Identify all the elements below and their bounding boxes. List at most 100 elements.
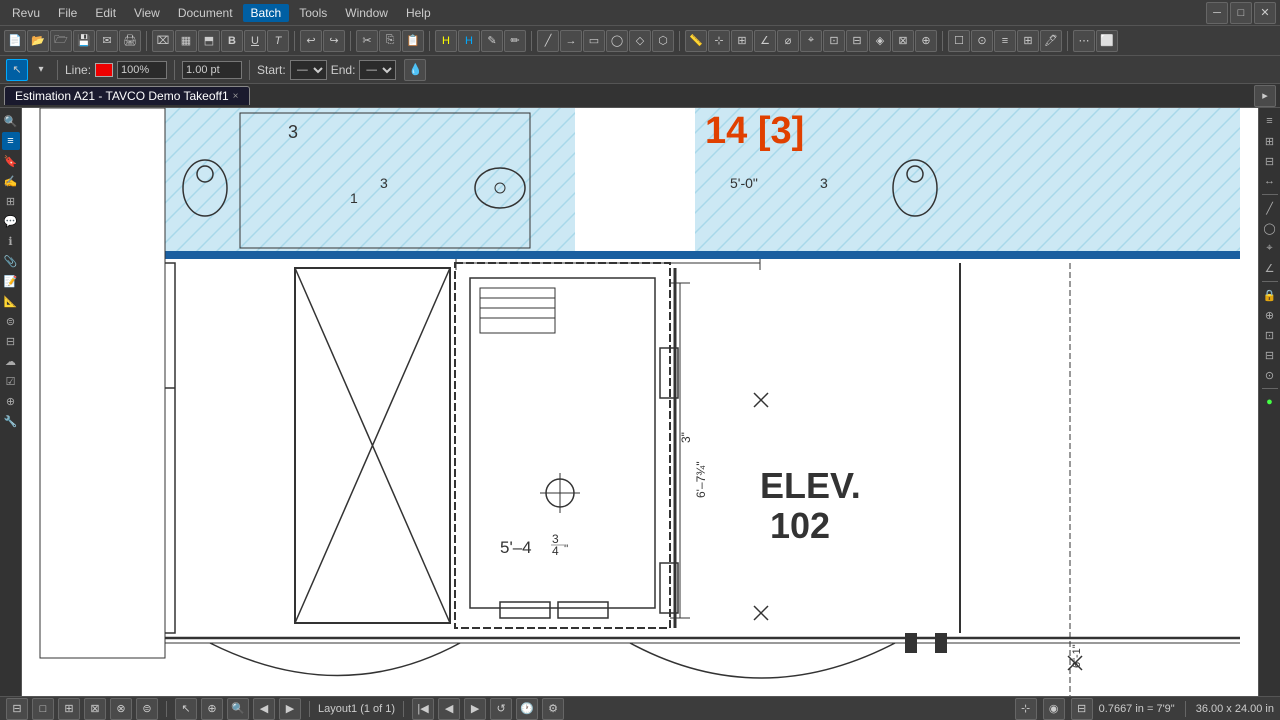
measure11-button[interactable]: ⊕ — [915, 30, 937, 52]
form5-button[interactable]: 🖊 — [1040, 30, 1062, 52]
bookmarks-icon[interactable]: 🔖 — [2, 152, 20, 170]
sets-icon[interactable]: ⊟ — [2, 332, 20, 350]
nav-first-button[interactable]: |◀ — [412, 698, 434, 720]
shape1-button[interactable]: ▭ — [583, 30, 605, 52]
tab-close-button[interactable]: × — [233, 91, 239, 102]
clock-button[interactable]: 🕐 — [516, 698, 538, 720]
redo-button[interactable]: ↪ — [323, 30, 345, 52]
end-select[interactable]: — — [359, 60, 396, 80]
open-folder-button[interactable]: 🗁 — [50, 30, 72, 52]
measure10-button[interactable]: ⊠ — [892, 30, 914, 52]
thumbnails-icon[interactable]: ⊞ — [2, 192, 20, 210]
pen2-button[interactable]: ✏ — [504, 30, 526, 52]
nav-page-next[interactable]: ▶ — [464, 698, 486, 720]
highlight2-button[interactable]: H — [458, 30, 480, 52]
scroll-right-button[interactable]: ▸ — [1254, 85, 1276, 107]
nav-page-prev[interactable]: ◀ — [438, 698, 460, 720]
line-weight-input[interactable] — [182, 61, 242, 79]
canvas-area[interactable]: 14 [3] 5'-0" 3 1 3 3 — [22, 108, 1258, 696]
menu-document[interactable]: Document — [170, 4, 241, 22]
maximize-button[interactable]: □ — [1230, 2, 1252, 24]
measure6-button[interactable]: ⌖ — [800, 30, 822, 52]
right-snap4[interactable]: ⊟ — [1261, 346, 1279, 364]
scale-icon[interactable]: ⊟ — [1071, 698, 1093, 720]
stamp-button[interactable]: ⬒ — [198, 30, 220, 52]
minimize-button[interactable]: ─ — [1206, 2, 1228, 24]
highlight1-button[interactable]: H — [435, 30, 457, 52]
right-measure4[interactable]: ∠ — [1261, 259, 1279, 277]
measure1-button[interactable]: 📏 — [685, 30, 707, 52]
menu-view[interactable]: View — [126, 4, 168, 22]
line-color-picker[interactable] — [95, 63, 113, 77]
zoom-fit-button[interactable]: ⊕ — [201, 698, 223, 720]
new-button[interactable]: 📄 — [4, 30, 26, 52]
measure4-button[interactable]: ∠ — [754, 30, 776, 52]
start-select[interactable]: — — [290, 60, 327, 80]
studio-icon[interactable]: ☁ — [2, 352, 20, 370]
right-panel3[interactable]: ⊟ — [1261, 152, 1279, 170]
menu-help[interactable]: Help — [398, 4, 439, 22]
right-measure3[interactable]: ⌖ — [1261, 239, 1279, 257]
pen1-button[interactable]: ✎ — [481, 30, 503, 52]
layers-icon[interactable]: ≡ — [2, 132, 20, 150]
menu-edit[interactable]: Edit — [87, 4, 124, 22]
right-panel2[interactable]: ⊞ — [1261, 132, 1279, 150]
measure5-button[interactable]: ⌀ — [777, 30, 799, 52]
menu-revu[interactable]: Revu — [4, 4, 48, 22]
menu-tools[interactable]: Tools — [291, 4, 335, 22]
zoom-input[interactable] — [117, 61, 167, 79]
menu-window[interactable]: Window — [337, 4, 396, 22]
menu-batch[interactable]: Batch — [243, 4, 290, 22]
copy-button[interactable]: ⎘ — [379, 30, 401, 52]
line-button[interactable]: ╱ — [537, 30, 559, 52]
menu-file[interactable]: File — [50, 4, 85, 22]
status-compare[interactable]: ⊜ — [136, 698, 158, 720]
undo-button[interactable]: ↩ — [300, 30, 322, 52]
right-snap2[interactable]: ⊕ — [1261, 306, 1279, 324]
more1-button[interactable]: ⋯ — [1073, 30, 1095, 52]
italic-button[interactable]: T — [267, 30, 289, 52]
form2-button[interactable]: ⊙ — [971, 30, 993, 52]
measure9-button[interactable]: ◈ — [869, 30, 891, 52]
measure3-button[interactable]: ⊞ — [731, 30, 753, 52]
paste-button[interactable]: 📋 — [402, 30, 424, 52]
content-button[interactable]: ▦ — [175, 30, 197, 52]
nav-next-button[interactable]: ▶ — [279, 698, 301, 720]
status-layout4[interactable]: ⊠ — [84, 698, 106, 720]
nav-prev-button[interactable]: ◀ — [253, 698, 275, 720]
more2-button[interactable]: ⬜ — [1096, 30, 1118, 52]
shape2-button[interactable]: ◯ — [606, 30, 628, 52]
measure2-button[interactable]: ⊹ — [708, 30, 730, 52]
print-button[interactable]: 🖨 — [119, 30, 141, 52]
bold-button[interactable]: B — [221, 30, 243, 52]
right-measure2[interactable]: ◯ — [1261, 219, 1279, 237]
measurements-icon[interactable]: 📐 — [2, 292, 20, 310]
rotate-button[interactable]: ↺ — [490, 698, 512, 720]
arrow-button[interactable]: → — [560, 30, 582, 52]
compare-icon[interactable]: ⊜ — [2, 312, 20, 330]
checklist-icon[interactable]: ☑ — [2, 372, 20, 390]
form1-button[interactable]: ☐ — [948, 30, 970, 52]
form3-button[interactable]: ≡ — [994, 30, 1016, 52]
right-panel1[interactable]: ≡ — [1261, 112, 1279, 130]
email-button[interactable]: ✉ — [96, 30, 118, 52]
snap-icon[interactable]: ⊹ — [1015, 698, 1037, 720]
right-snap3[interactable]: ⊡ — [1261, 326, 1279, 344]
quantity-icon[interactable]: ⊕ — [2, 392, 20, 410]
shape4-button[interactable]: ⬡ — [652, 30, 674, 52]
crop-button[interactable]: ⌧ — [152, 30, 174, 52]
form4-button[interactable]: ⊞ — [1017, 30, 1039, 52]
attachments-icon[interactable]: 📎 — [2, 252, 20, 270]
status-layout1[interactable]: ⊟ — [6, 698, 28, 720]
measure7-button[interactable]: ⊡ — [823, 30, 845, 52]
cursor-button[interactable]: ↖ — [175, 698, 197, 720]
right-measure1[interactable]: ╱ — [1261, 199, 1279, 217]
document-tab[interactable]: Estimation A21 - TAVCO Demo Takeoff1 × — [4, 86, 250, 105]
cut-button[interactable]: ✂ — [356, 30, 378, 52]
status-layout2[interactable]: □ — [32, 698, 54, 720]
annotations-icon[interactable]: 💬 — [2, 212, 20, 230]
right-snap5[interactable]: ⊙ — [1261, 366, 1279, 384]
settings-button[interactable]: ⚙ — [542, 698, 564, 720]
right-color1[interactable]: ● — [1261, 393, 1279, 411]
right-snap1[interactable]: 🔒 — [1261, 286, 1279, 304]
